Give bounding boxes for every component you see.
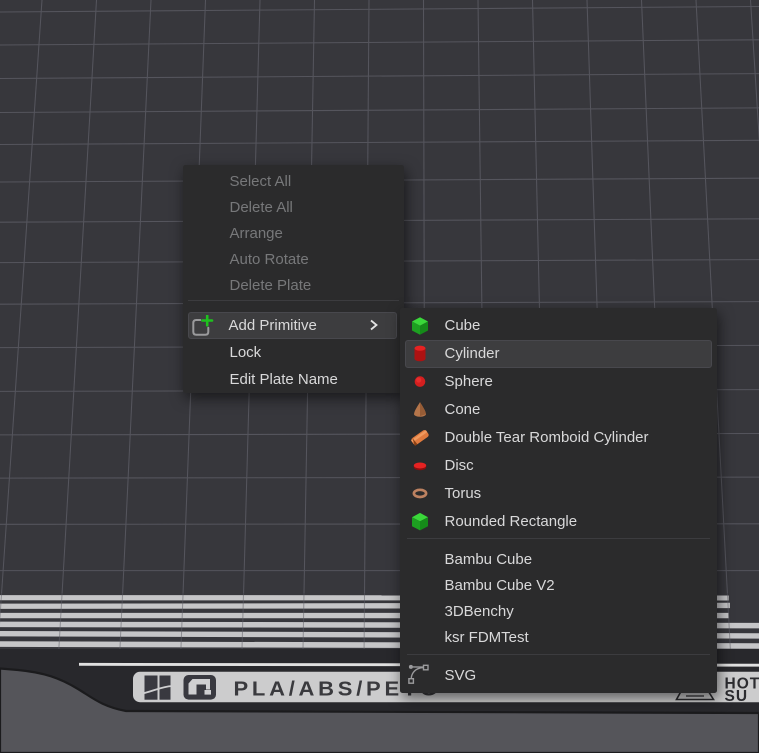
svg-text:SU: SU bbox=[725, 688, 749, 705]
